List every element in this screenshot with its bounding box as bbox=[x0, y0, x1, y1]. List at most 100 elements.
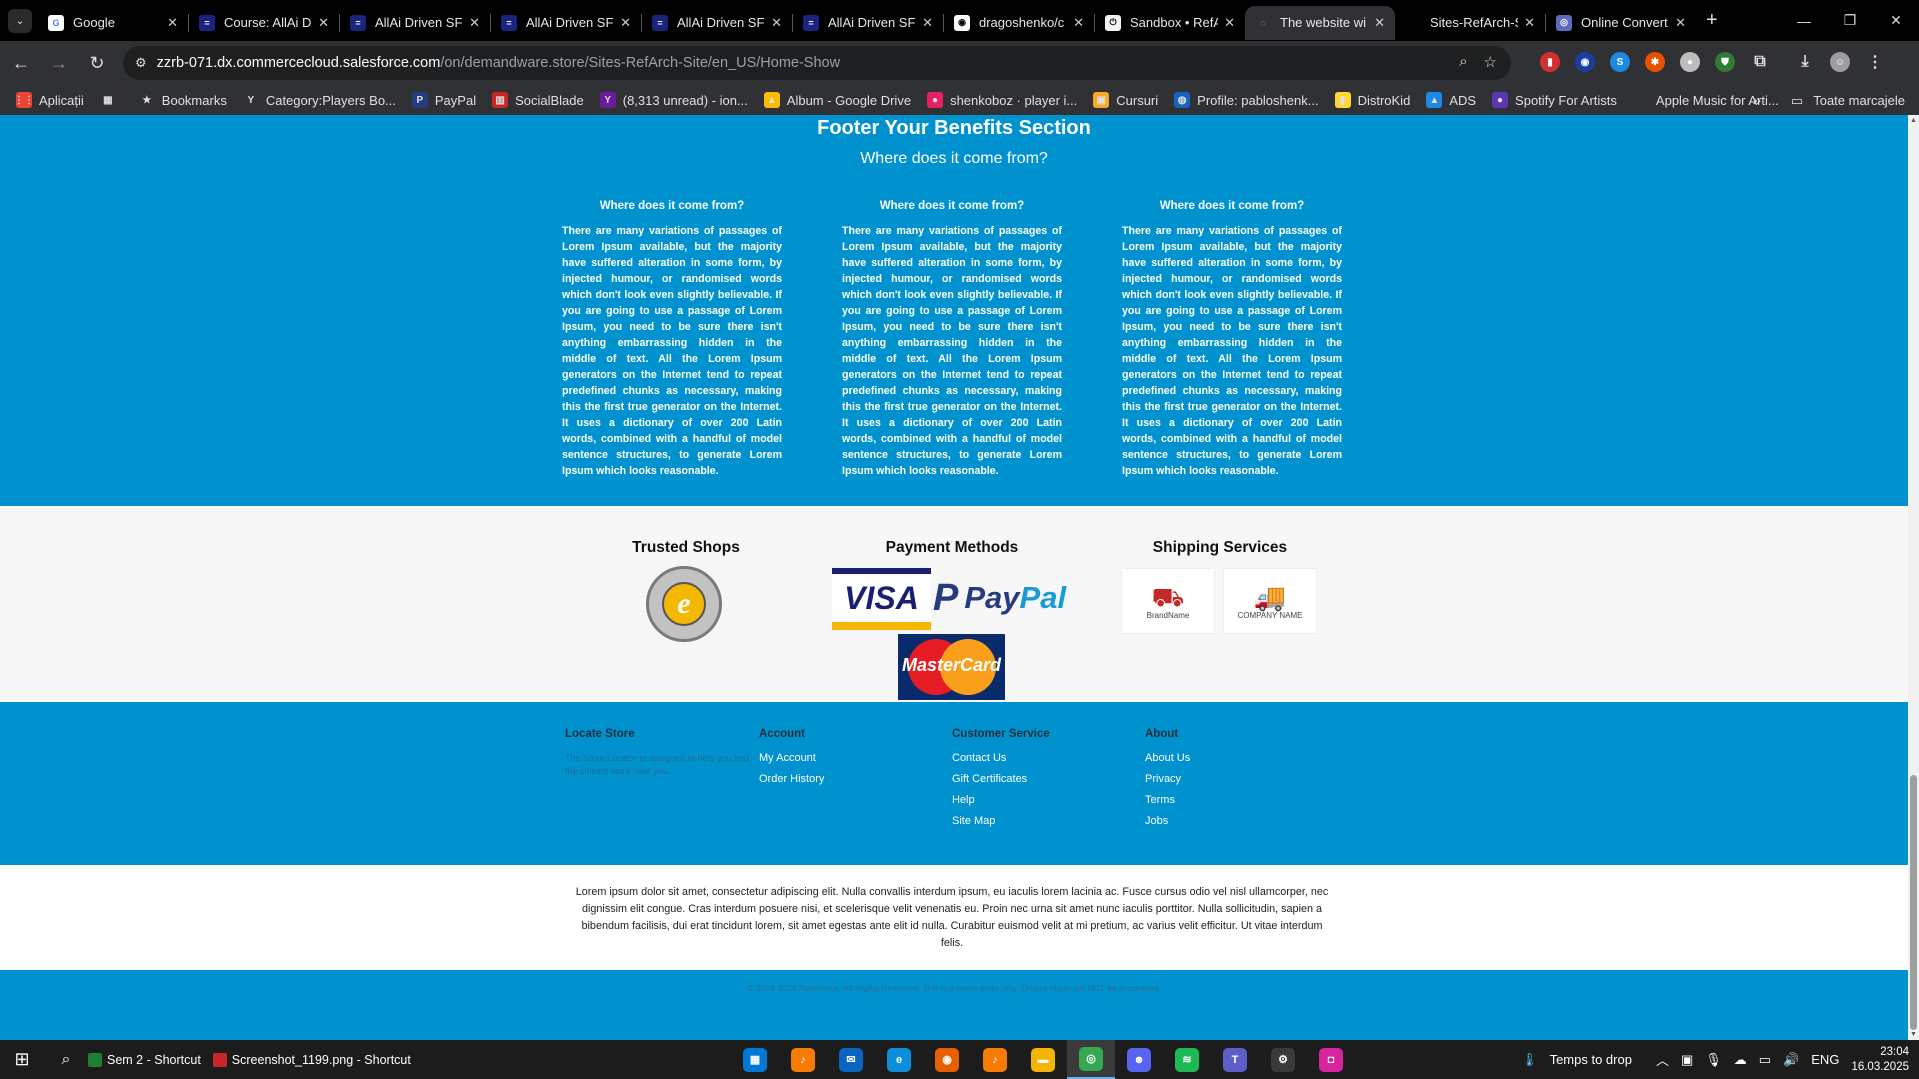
tab-search-button[interactable]: ⌄ bbox=[8, 8, 32, 33]
taskbar-app-fl-studio-2[interactable]: ♪ bbox=[971, 1040, 1019, 1079]
browser-tab[interactable]: ⏻ Sandbox • RefA ✕ bbox=[1095, 6, 1245, 40]
bookmark-item[interactable]: ▲ Album - Google Drive bbox=[763, 92, 911, 108]
tab-close-icon[interactable]: ✕ bbox=[1374, 15, 1385, 31]
taskbar-app-chrome[interactable]: ◎ bbox=[1067, 1040, 1115, 1079]
tab-close-icon[interactable]: ✕ bbox=[318, 15, 329, 31]
extension-blue-icon[interactable]: ◉ bbox=[1575, 52, 1595, 72]
url-text[interactable]: zzrb-071.dx.commercecloud.salesforce.com… bbox=[157, 55, 840, 71]
taskbar-app-spotify[interactable]: ≋ bbox=[1163, 1040, 1211, 1079]
footer-link-site-map[interactable]: Site Map bbox=[952, 815, 1050, 827]
tab-close-icon[interactable]: ✕ bbox=[771, 15, 782, 31]
all-bookmarks-label[interactable]: Toate marcajele bbox=[1813, 93, 1905, 108]
network-icon[interactable]: ▭ bbox=[1759, 1052, 1771, 1068]
tray-overflow-icon[interactable]: ︿ bbox=[1656, 1050, 1669, 1069]
extension-shazam-icon[interactable]: S bbox=[1610, 52, 1630, 72]
page-scrollbar[interactable]: ▲ ▼ bbox=[1908, 115, 1919, 1040]
footer-link-help[interactable]: Help bbox=[952, 794, 1050, 806]
browser-tab[interactable]: ◉ dragoshenko/c ✕ bbox=[944, 6, 1094, 40]
bookmark-star-icon[interactable]: ☆ bbox=[1484, 53, 1497, 71]
footer-link-privacy[interactable]: Privacy bbox=[1145, 773, 1190, 785]
restore-icon[interactable]: ❐ bbox=[1827, 0, 1873, 41]
footer-link-contact-us[interactable]: Contact Us bbox=[952, 752, 1050, 764]
browser-tab[interactable]: Sites-RefArch-S ✕ bbox=[1395, 6, 1545, 40]
footer-link-gift-certificates[interactable]: Gift Certificates bbox=[952, 773, 1050, 785]
browser-tab[interactable]: = AllAi Driven SF ✕ bbox=[340, 6, 490, 40]
bookmark-item[interactable]: Y (8,313 unread) - ion... bbox=[599, 92, 748, 108]
tab-close-icon[interactable]: ✕ bbox=[922, 15, 933, 31]
scroll-down-arrow-icon[interactable]: ▼ bbox=[1908, 1031, 1919, 1038]
bookmark-item[interactable]: ▣ Cursuri bbox=[1093, 92, 1158, 108]
bookmark-item[interactable]: ◍ Profile: pabloshenk... bbox=[1174, 92, 1319, 108]
volume-icon[interactable]: 🔊 bbox=[1783, 1052, 1799, 1068]
bookmark-item[interactable]: Y Category:Players Bo... bbox=[242, 92, 396, 108]
extensions-puzzle-icon[interactable]: ⧉ bbox=[1750, 52, 1770, 72]
windows-start-icon[interactable]: ⊞ bbox=[0, 1040, 44, 1079]
bookmark-item[interactable]: ▲ ADS bbox=[1426, 92, 1476, 108]
taskbar-app-instagram[interactable]: ◘ bbox=[1307, 1040, 1355, 1079]
bookmark-item[interactable]: P PayPal bbox=[411, 92, 476, 108]
taskbar-app-firefox[interactable]: ◉ bbox=[923, 1040, 971, 1079]
bookmark-item[interactable]: ★ Bookmarks bbox=[138, 92, 227, 108]
profile-avatar[interactable]: ☺ bbox=[1830, 52, 1850, 72]
trusted-shops-badge[interactable]: e bbox=[646, 566, 722, 642]
taskbar-shortcut[interactable]: Screenshot_1199.png - Shortcut bbox=[212, 1052, 411, 1067]
system-clock[interactable]: 23:04 16.03.2025 bbox=[1851, 1045, 1909, 1075]
bookmark-item[interactable]: ▮ DistroKid bbox=[1334, 92, 1410, 108]
taskbar-app-explorer[interactable]: ▬ bbox=[1019, 1040, 1067, 1079]
browser-tab[interactable]: G Google ✕ bbox=[38, 6, 188, 40]
more-bookmarks-icon[interactable]: » bbox=[1753, 92, 1761, 109]
footer-link-my-account[interactable]: My Account bbox=[759, 752, 824, 764]
microphone-icon[interactable]: 🎙 bbox=[1705, 1052, 1722, 1068]
taskbar-shortcut[interactable]: Sem 2 - Shortcut bbox=[88, 1052, 201, 1067]
browser-tab[interactable]: = AllAi Driven SF ✕ bbox=[491, 6, 641, 40]
forward-button[interactable]: → bbox=[42, 46, 76, 80]
minimize-icon[interactable]: — bbox=[1781, 0, 1827, 41]
camera-icon[interactable]: ▣ bbox=[1681, 1052, 1693, 1068]
browser-tab[interactable]: = AllAi Driven SF ✕ bbox=[793, 6, 943, 40]
footer-link-terms[interactable]: Terms bbox=[1145, 794, 1190, 806]
extension-red-icon[interactable]: ▮ bbox=[1540, 52, 1560, 72]
download-icon[interactable]: ⤓ bbox=[1795, 52, 1815, 72]
taskbar-search-icon[interactable]: ⌕ bbox=[44, 1040, 88, 1079]
address-bar[interactable]: ⚙ zzrb-071.dx.commercecloud.salesforce.c… bbox=[123, 46, 1511, 80]
extension-grey-icon[interactable]: ● bbox=[1680, 52, 1700, 72]
site-info-icon[interactable]: ⚙ bbox=[135, 55, 147, 71]
bookmark-item[interactable]: ▥ SocialBlade bbox=[492, 92, 584, 108]
taskbar-app-teams[interactable]: T bbox=[1211, 1040, 1259, 1079]
tab-close-icon[interactable]: ✕ bbox=[1224, 15, 1235, 31]
back-button[interactable]: ← bbox=[4, 46, 38, 80]
browser-tab[interactable]: ◎ Online Convert ✕ bbox=[1546, 6, 1696, 40]
taskbar-app-fl-studio[interactable]: ♪ bbox=[779, 1040, 827, 1079]
bookmark-item[interactable]: ⋮⋮ Aplicații bbox=[14, 92, 84, 108]
footer-link-order-history[interactable]: Order History bbox=[759, 773, 824, 785]
browser-tab[interactable]: ◌ The website wi ✕ bbox=[1245, 5, 1395, 40]
taskbar-app-discord[interactable]: ☻ bbox=[1115, 1040, 1163, 1079]
language-indicator[interactable]: ENG bbox=[1811, 1052, 1839, 1067]
scroll-up-arrow-icon[interactable]: ▲ bbox=[1908, 117, 1919, 124]
footer-link-jobs[interactable]: Jobs bbox=[1145, 815, 1190, 827]
bookmark-item[interactable]: ▦ bbox=[99, 92, 123, 108]
tab-close-icon[interactable]: ✕ bbox=[167, 15, 178, 31]
bookmark-item[interactable]: ● Spotify For Artists bbox=[1492, 92, 1617, 108]
browser-menu-icon[interactable]: ⋮ bbox=[1865, 52, 1885, 72]
extension-orange-icon[interactable]: ✱ bbox=[1645, 52, 1665, 72]
onedrive-icon[interactable]: ☁ bbox=[1734, 1052, 1747, 1068]
zoom-icon[interactable]: ⌕ bbox=[1459, 53, 1467, 71]
browser-tab[interactable]: = Course: AllAi Driven SF ✕ bbox=[189, 6, 339, 40]
bookmark-item[interactable]: ● shenkoboz · player i... bbox=[927, 92, 1077, 108]
tab-close-icon[interactable]: ✕ bbox=[469, 15, 480, 31]
close-window-icon[interactable]: ✕ bbox=[1873, 0, 1919, 41]
footer-heading-locate[interactable]: Locate Store bbox=[565, 728, 761, 740]
tab-close-icon[interactable]: ✕ bbox=[1073, 15, 1084, 31]
extension-shield-icon[interactable]: ⛊ bbox=[1715, 52, 1735, 72]
reload-button[interactable]: ↻ bbox=[80, 46, 114, 80]
tab-close-icon[interactable]: ✕ bbox=[1675, 15, 1686, 31]
taskbar-app-store[interactable]: ▦ bbox=[731, 1040, 779, 1079]
taskbar-app-edge[interactable]: e bbox=[875, 1040, 923, 1079]
tab-close-icon[interactable]: ✕ bbox=[620, 15, 631, 31]
scrollbar-thumb[interactable] bbox=[1910, 775, 1917, 1030]
weather-text[interactable]: Temps to drop bbox=[1550, 1052, 1632, 1067]
browser-tab[interactable]: = AllAi Driven SF ✕ bbox=[642, 6, 792, 40]
footer-link-about-us[interactable]: About Us bbox=[1145, 752, 1190, 764]
taskbar-app-settings[interactable]: ⚙ bbox=[1259, 1040, 1307, 1079]
